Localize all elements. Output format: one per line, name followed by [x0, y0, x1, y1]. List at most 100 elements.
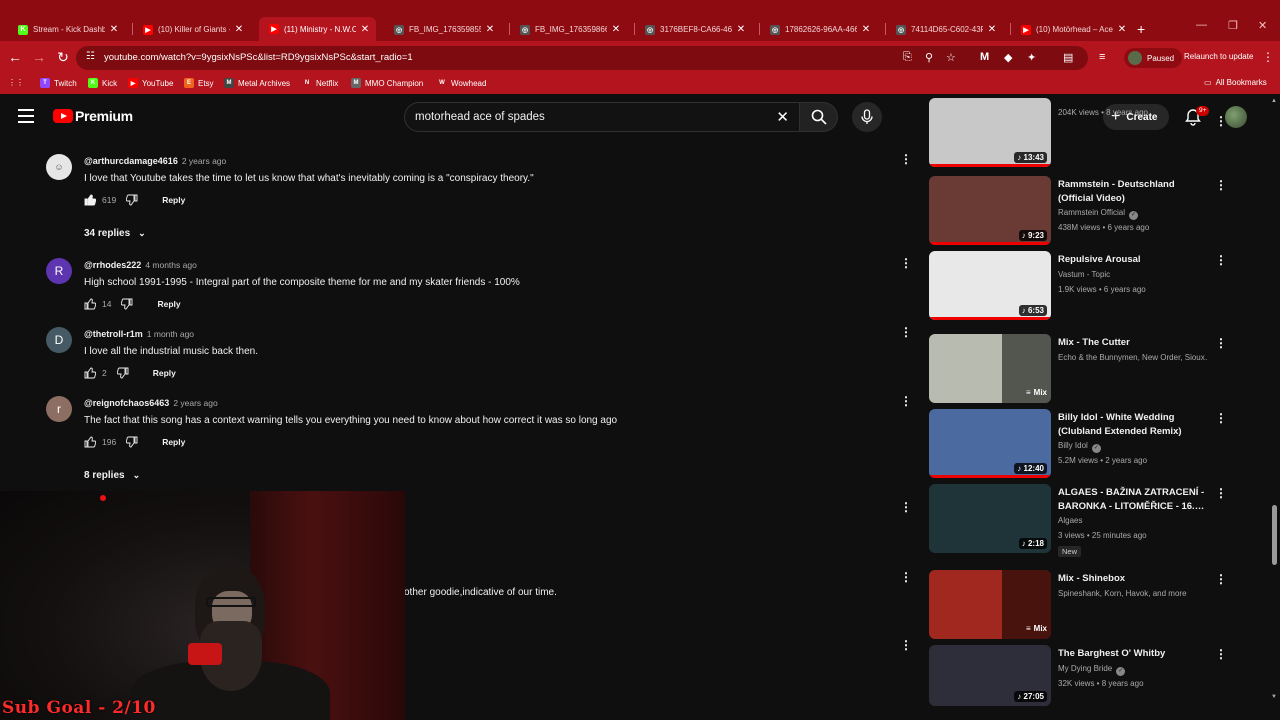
comment-menu-icon[interactable]: ⋮	[900, 394, 912, 408]
channel-text[interactable]: My Dying Bride	[1058, 664, 1112, 673]
address-bar[interactable]: ☷ youtube.com/watch?v=9ygsixNsPSc&list=R…	[76, 46, 1088, 70]
close-tab-icon[interactable]: ✕	[485, 24, 495, 35]
channel-name[interactable]: My Dying Bride ✓	[1058, 664, 1208, 676]
youtube-logo[interactable]: Premium	[53, 108, 133, 124]
like-icon[interactable]	[84, 436, 96, 448]
video-menu-icon[interactable]: ⋮	[1215, 572, 1227, 586]
bookmark-star-icon[interactable]: ☆	[946, 51, 956, 64]
channel-text[interactable]: Echo & the Bunnymen, New Order, Sioux…	[1058, 353, 1208, 362]
menu-icon[interactable]	[18, 109, 34, 123]
bookmark-item[interactable]: T Twitch	[40, 78, 77, 88]
video-thumbnail[interactable]: ≡ Mix	[929, 334, 1051, 403]
relaunch-button[interactable]: Relaunch to update	[1184, 52, 1253, 61]
account-avatar[interactable]	[1225, 106, 1247, 128]
browser-menu-icon[interactable]: ⋮	[1262, 50, 1274, 64]
view-replies-button[interactable]: 8 replies ⌄	[84, 470, 140, 481]
video-menu-icon[interactable]: ⋮	[1215, 253, 1227, 267]
close-tab-icon[interactable]: ✕	[987, 24, 997, 35]
video-title[interactable]: Mix - The Cutter	[1058, 336, 1208, 350]
bookmark-item[interactable]: W Wowhead	[437, 78, 486, 88]
bookmark-item[interactable]: N Netflix	[302, 78, 338, 88]
commenter-avatar[interactable]: R	[46, 258, 72, 284]
commenter-avatar[interactable]: D	[46, 327, 72, 353]
url-text[interactable]: youtube.com/watch?v=9ygsixNsPSc&list=RD9…	[104, 52, 413, 63]
search-button[interactable]	[800, 102, 838, 132]
channel-name[interactable]: Vastum - Topic	[1058, 270, 1208, 279]
comment-date[interactable]: 2 years ago	[182, 156, 226, 166]
browser-tab[interactable]: ◎ FB_IMG_176359866 ✕	[510, 18, 627, 41]
reply-button[interactable]: Reply	[157, 299, 180, 309]
video-menu-icon[interactable]: ⋮	[1215, 486, 1227, 500]
comment-date[interactable]: 2 years ago	[173, 398, 217, 408]
like-icon[interactable]	[84, 367, 96, 379]
maximize-icon[interactable]: ❐	[1228, 19, 1238, 32]
like-icon[interactable]	[84, 194, 96, 206]
browser-tab[interactable]: ◎ 3176BEF8-CA66-4689 ✕	[635, 18, 752, 41]
close-tab-icon[interactable]: ✕	[861, 24, 871, 35]
video-thumbnail[interactable]: ♪ 13:43	[929, 98, 1051, 167]
video-thumbnail[interactable]: ♪ 27:05	[929, 645, 1051, 706]
view-replies-button[interactable]: 34 replies ⌄	[84, 228, 146, 239]
extension-icon[interactable]: ◆	[1004, 51, 1012, 64]
close-tab-icon[interactable]: ✕	[234, 24, 244, 35]
channel-text[interactable]: Rammstein Official	[1058, 208, 1125, 217]
video-title[interactable]: Repulsive Arousal	[1058, 253, 1208, 267]
dislike-icon[interactable]	[126, 436, 138, 448]
browser-tab[interactable]: ▶ (10) Killer of Giants - Y ✕	[133, 18, 250, 41]
video-menu-icon[interactable]: ⋮	[1215, 647, 1227, 661]
apps-grid-icon[interactable]: ⋮⋮	[8, 78, 24, 87]
extension-m-icon[interactable]: M	[980, 51, 989, 63]
scrollbar-thumb[interactable]	[1272, 505, 1277, 565]
video-thumbnail[interactable]: ♪ 12:40	[929, 409, 1051, 478]
comment-menu-icon[interactable]: ⋮	[900, 500, 912, 514]
dislike-icon[interactable]	[126, 194, 138, 206]
comment-menu-icon[interactable]: ⋮	[900, 152, 912, 166]
video-thumbnail[interactable]: ♪ 2:18	[929, 484, 1051, 553]
search-input[interactable]: motorhead ace of spades ✕	[404, 102, 800, 132]
close-window-icon[interactable]: ✕	[1258, 19, 1267, 32]
browser-tab[interactable]: ▶ (10) Motörhead – Ace ✕	[1011, 18, 1133, 41]
video-title[interactable]: Mix - Shinebox	[1058, 572, 1208, 586]
video-menu-icon[interactable]: ⋮	[1215, 411, 1227, 425]
channel-text[interactable]: Vastum - Topic	[1058, 270, 1110, 279]
author-handle[interactable]: @thetroll-r1m	[84, 329, 143, 339]
bookmark-item[interactable]: E Etsy	[184, 78, 214, 88]
video-title[interactable]: ALGAES - BAŽINA ZATRACENÍ - BARONKA - LI…	[1058, 486, 1208, 514]
close-tab-icon[interactable]: ✕	[611, 24, 621, 35]
video-thumbnail[interactable]: ♪ 9:23	[929, 176, 1051, 245]
commenter-avatar[interactable]: r	[46, 396, 72, 422]
browser-tab[interactable]: K Stream - Kick Dashbo ✕	[8, 18, 125, 41]
browser-tab[interactable]: ◎ 17862626-96AA-466 ✕	[760, 18, 877, 41]
search-query[interactable]: motorhead ace of spades	[415, 111, 545, 123]
new-tab-button[interactable]: +	[1137, 21, 1145, 37]
close-tab-icon[interactable]: ✕	[736, 24, 746, 35]
voice-search-button[interactable]	[852, 102, 882, 132]
forward-button[interactable]: →	[31, 49, 47, 65]
comment-author[interactable]: @thetroll-r1m 1 month ago	[84, 329, 194, 339]
reading-list-icon[interactable]: ≡	[1099, 51, 1105, 63]
site-info-icon[interactable]: ☷	[86, 51, 95, 62]
author-handle[interactable]: @rrhodes222	[84, 260, 141, 270]
comment-menu-icon[interactable]: ⋮	[900, 256, 912, 270]
browser-tab[interactable]: ◎ FB_IMG_1763598551 ✕	[384, 18, 501, 41]
bookmark-item[interactable]: M MMO Champion	[351, 78, 423, 88]
reply-button[interactable]: Reply	[162, 195, 185, 205]
video-title[interactable]: Billy Idol - White Wedding (Clubland Ext…	[1058, 411, 1208, 439]
minimize-icon[interactable]: —	[1196, 19, 1207, 31]
video-thumbnail[interactable]: ≡ Mix	[929, 570, 1051, 639]
comment-menu-icon[interactable]: ⋮	[900, 638, 912, 652]
browser-tab[interactable]: ▶ (11) Ministry - N.W.O. ✕	[259, 17, 376, 41]
channel-name[interactable]: Echo & the Bunnymen, New Order, Sioux…	[1058, 353, 1208, 362]
bookmark-item[interactable]: K Kick	[88, 78, 117, 88]
channel-name[interactable]: Spineshank, Korn, Havok, and more	[1058, 589, 1208, 598]
scroll-down-arrow[interactable]: ▼	[1271, 694, 1277, 700]
media-control-icon[interactable]: ▤	[1063, 51, 1073, 64]
like-icon[interactable]	[84, 298, 96, 310]
video-menu-icon[interactable]: ⋮	[1215, 114, 1227, 128]
comment-author[interactable]: @rrhodes222 4 months ago	[84, 260, 197, 270]
video-title[interactable]: Rammstein - Deutschland (Official Video)	[1058, 178, 1208, 206]
all-bookmarks-button[interactable]: ▭ All Bookmarks	[1204, 78, 1267, 87]
channel-name[interactable]: Billy Idol ✓	[1058, 441, 1208, 453]
clear-search-icon[interactable]: ✕	[776, 108, 789, 126]
back-button[interactable]: ←	[7, 49, 23, 65]
